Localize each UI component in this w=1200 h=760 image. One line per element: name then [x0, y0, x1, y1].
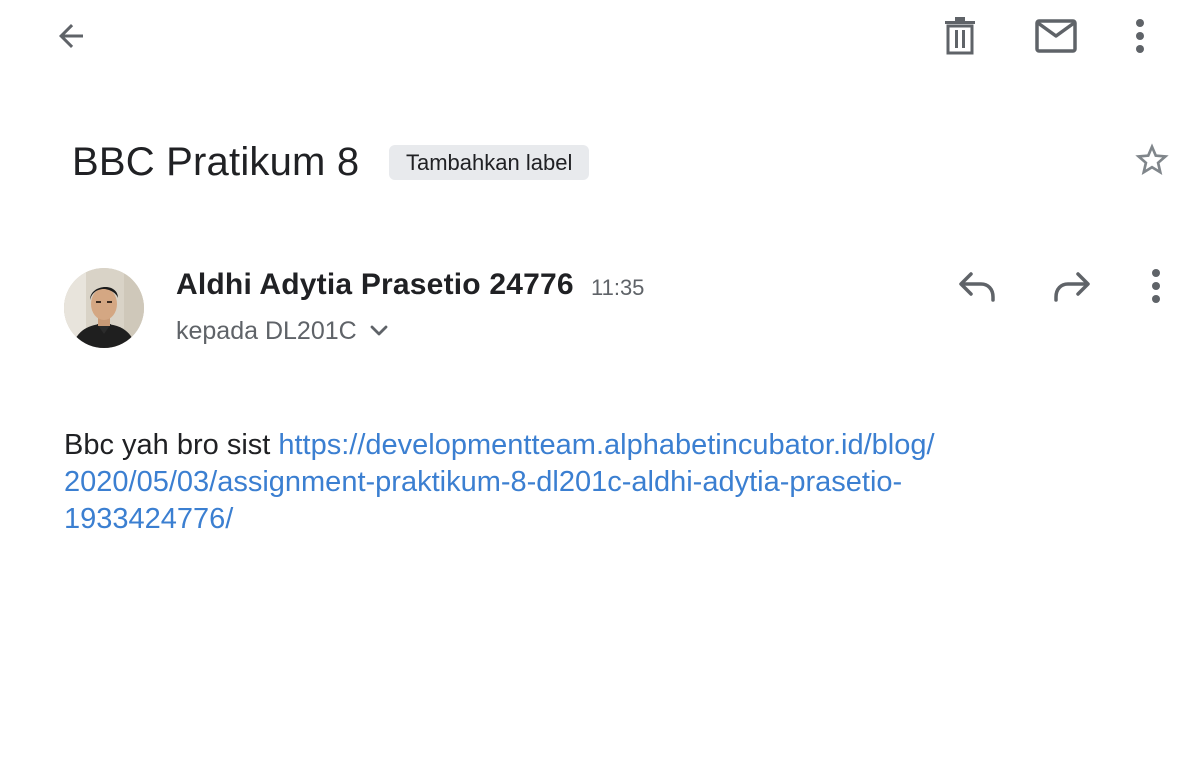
sender-name: Aldhi Adytia Prasetio 24776: [176, 268, 574, 301]
reply-button[interactable]: [952, 262, 1002, 310]
email-view: BBC Pratikum 8 Tambahkan label Aldhi Ady…: [0, 0, 1200, 760]
arrow-back-icon: [59, 24, 83, 48]
body-text: Bbc yah bro sist: [64, 429, 279, 461]
mail-icon: [1035, 19, 1077, 53]
chevron-down-icon: [369, 324, 389, 338]
more-vertical-icon: [1136, 19, 1144, 53]
email-body: Bbc yah bro sist https://developmentteam…: [64, 427, 1124, 538]
email-subject: BBC Pratikum 8: [72, 140, 360, 184]
star-outline-icon: [1135, 143, 1169, 175]
message-more-options-button[interactable]: [1136, 262, 1176, 310]
recipient-details-toggle[interactable]: kepada DL201C: [176, 314, 389, 348]
link-line-2: 2020/05/03/assignment-praktikum-8-dl201c…: [64, 466, 903, 498]
sender-avatar[interactable]: [64, 268, 144, 348]
mark-unread-button[interactable]: [1030, 12, 1082, 60]
link-line-1: https://developmentteam.alphabetincubato…: [278, 429, 935, 461]
reply-icon: [959, 272, 995, 302]
recipient-label: kepada DL201C: [176, 317, 357, 345]
sent-time: 11:35: [591, 275, 645, 300]
delete-button[interactable]: [936, 12, 984, 60]
more-vertical-icon: [1152, 269, 1160, 303]
link-line-3: 1933424776/: [64, 503, 234, 535]
trash-icon: [945, 17, 975, 55]
forward-button[interactable]: [1046, 262, 1098, 310]
add-label-chip[interactable]: Tambahkan label: [389, 145, 590, 180]
star-button[interactable]: [1128, 136, 1176, 184]
forward-icon: [1054, 272, 1090, 302]
sender-photo: [64, 268, 144, 348]
back-button[interactable]: [46, 12, 96, 60]
more-options-button[interactable]: [1120, 12, 1160, 60]
